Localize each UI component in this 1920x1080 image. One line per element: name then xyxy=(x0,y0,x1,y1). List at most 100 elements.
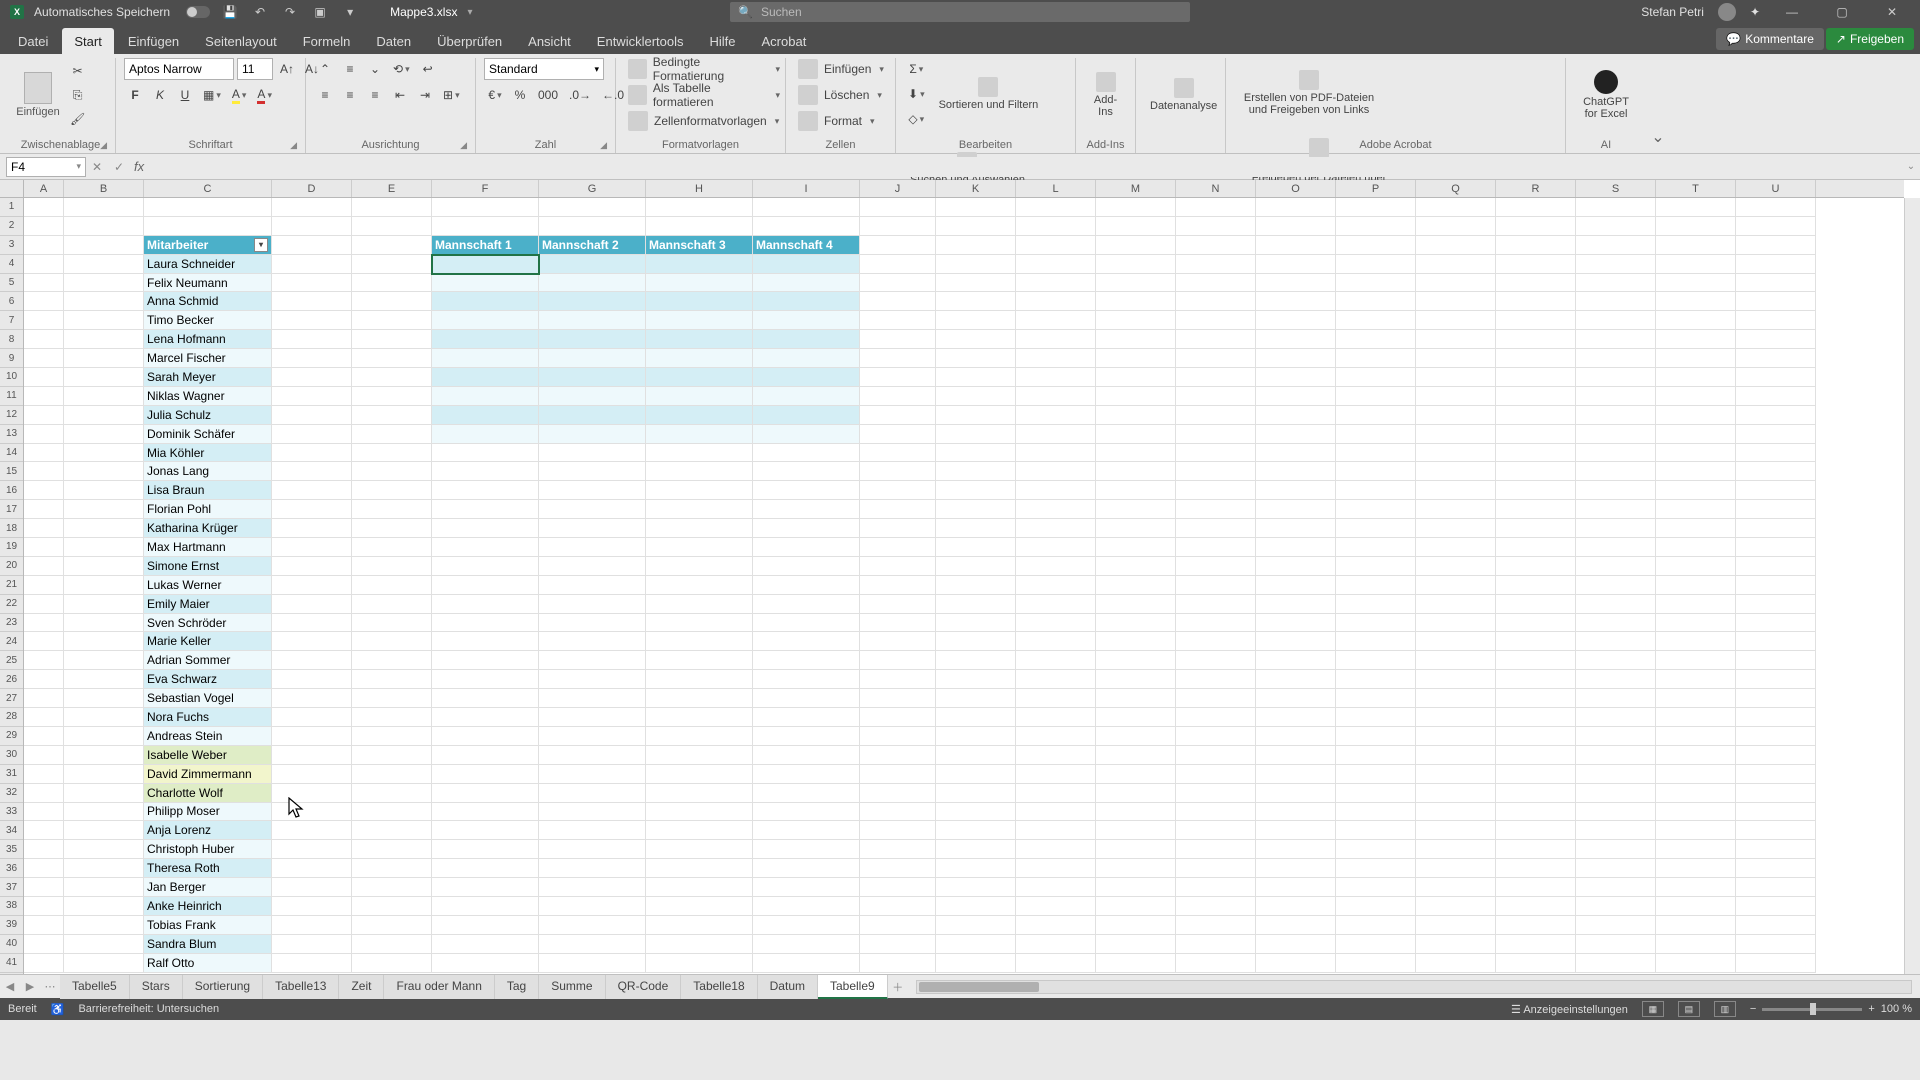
cell[interactable] xyxy=(64,595,144,614)
cell[interactable] xyxy=(352,557,432,576)
cell[interactable] xyxy=(1496,368,1576,387)
cell[interactable] xyxy=(539,840,646,859)
insert-cells-button[interactable]: Einfügen xyxy=(794,58,894,80)
cell[interactable] xyxy=(1496,651,1576,670)
cell[interactable] xyxy=(1656,897,1736,916)
sum-button[interactable]: Σ xyxy=(904,58,929,80)
cell[interactable] xyxy=(24,217,64,236)
cell[interactable] xyxy=(1096,916,1176,935)
cell[interactable] xyxy=(1256,538,1336,557)
filename[interactable]: Mappe3.xlsx xyxy=(390,5,457,19)
cell[interactable] xyxy=(1576,292,1656,311)
cell[interactable] xyxy=(753,538,860,557)
cell[interactable] xyxy=(432,954,539,973)
cell[interactable] xyxy=(1736,255,1816,274)
row-header[interactable]: 31 xyxy=(0,765,23,784)
cell[interactable] xyxy=(1016,292,1096,311)
cell[interactable] xyxy=(539,519,646,538)
cell[interactable] xyxy=(64,330,144,349)
cell[interactable] xyxy=(1416,217,1496,236)
cell[interactable]: Julia Schulz xyxy=(144,406,272,425)
cell[interactable] xyxy=(936,519,1016,538)
cell[interactable] xyxy=(753,803,860,822)
cell[interactable] xyxy=(1576,330,1656,349)
cell[interactable] xyxy=(1576,803,1656,822)
cell[interactable] xyxy=(1656,632,1736,651)
cell[interactable] xyxy=(64,840,144,859)
cell[interactable] xyxy=(1736,595,1816,614)
cell[interactable] xyxy=(144,198,272,217)
cell[interactable] xyxy=(272,255,352,274)
cell[interactable] xyxy=(860,954,936,973)
cell[interactable] xyxy=(1336,481,1416,500)
cell[interactable] xyxy=(24,292,64,311)
menu-tab-start[interactable]: Start xyxy=(62,28,113,54)
cell[interactable] xyxy=(64,727,144,746)
row-header[interactable]: 29 xyxy=(0,727,23,746)
cell[interactable] xyxy=(1016,444,1096,463)
cell[interactable] xyxy=(272,217,352,236)
cell[interactable] xyxy=(860,481,936,500)
cell[interactable] xyxy=(1096,727,1176,746)
cell[interactable] xyxy=(352,576,432,595)
menu-tab-ansicht[interactable]: Ansicht xyxy=(516,28,583,54)
cell[interactable] xyxy=(1176,689,1256,708)
cell[interactable] xyxy=(1256,614,1336,633)
cell[interactable] xyxy=(1336,198,1416,217)
cell[interactable] xyxy=(24,878,64,897)
increase-indent-button[interactable]: ⇥ xyxy=(414,84,436,106)
cell[interactable] xyxy=(1336,859,1416,878)
cell[interactable] xyxy=(1256,198,1336,217)
redo-icon[interactable]: ↷ xyxy=(280,2,300,22)
cell[interactable]: Laura Schneider xyxy=(144,255,272,274)
cell[interactable]: Anke Heinrich xyxy=(144,897,272,916)
cell[interactable] xyxy=(1656,765,1736,784)
cell[interactable] xyxy=(1256,462,1336,481)
cell[interactable] xyxy=(1256,500,1336,519)
cell[interactable] xyxy=(1736,198,1816,217)
cell[interactable] xyxy=(936,406,1016,425)
cell[interactable] xyxy=(1656,670,1736,689)
cell[interactable] xyxy=(1096,519,1176,538)
autosave-toggle[interactable] xyxy=(186,6,210,18)
cell[interactable] xyxy=(1096,425,1176,444)
row-header[interactable]: 15 xyxy=(0,462,23,481)
cell[interactable] xyxy=(1656,614,1736,633)
cell[interactable] xyxy=(936,821,1016,840)
cell[interactable] xyxy=(936,954,1016,973)
cell[interactable] xyxy=(1736,840,1816,859)
close-button[interactable]: ✕ xyxy=(1874,0,1910,24)
cell[interactable] xyxy=(1736,632,1816,651)
cell[interactable] xyxy=(753,311,860,330)
cell[interactable] xyxy=(860,784,936,803)
cell[interactable] xyxy=(1736,803,1816,822)
cell[interactable] xyxy=(1096,576,1176,595)
cell[interactable] xyxy=(1096,406,1176,425)
cell[interactable] xyxy=(432,349,539,368)
cell[interactable] xyxy=(352,935,432,954)
cell[interactable] xyxy=(64,576,144,595)
cell[interactable] xyxy=(432,727,539,746)
sheet-nav-more[interactable]: ⋯ xyxy=(40,980,60,993)
cell[interactable] xyxy=(1176,727,1256,746)
row-header[interactable]: 7 xyxy=(0,311,23,330)
cell[interactable] xyxy=(1176,840,1256,859)
cell[interactable] xyxy=(352,462,432,481)
cell[interactable]: Mannschaft 2 xyxy=(539,236,646,255)
cell[interactable] xyxy=(1016,784,1096,803)
display-settings[interactable]: ☰ Anzeigeeinstellungen xyxy=(1511,1003,1628,1016)
cell[interactable] xyxy=(1736,387,1816,406)
cell[interactable] xyxy=(1736,292,1816,311)
cell[interactable] xyxy=(64,425,144,444)
cell[interactable] xyxy=(64,500,144,519)
cell[interactable] xyxy=(24,349,64,368)
chatgpt-button[interactable]: ChatGPT for Excel xyxy=(1574,60,1638,130)
cell[interactable] xyxy=(646,576,753,595)
cell[interactable] xyxy=(1416,651,1496,670)
cell[interactable] xyxy=(1416,954,1496,973)
cell[interactable] xyxy=(1576,349,1656,368)
align-center-button[interactable]: ≡ xyxy=(339,84,361,106)
fill-color-button[interactable]: A xyxy=(228,84,251,106)
cell[interactable] xyxy=(432,444,539,463)
cell[interactable] xyxy=(860,538,936,557)
